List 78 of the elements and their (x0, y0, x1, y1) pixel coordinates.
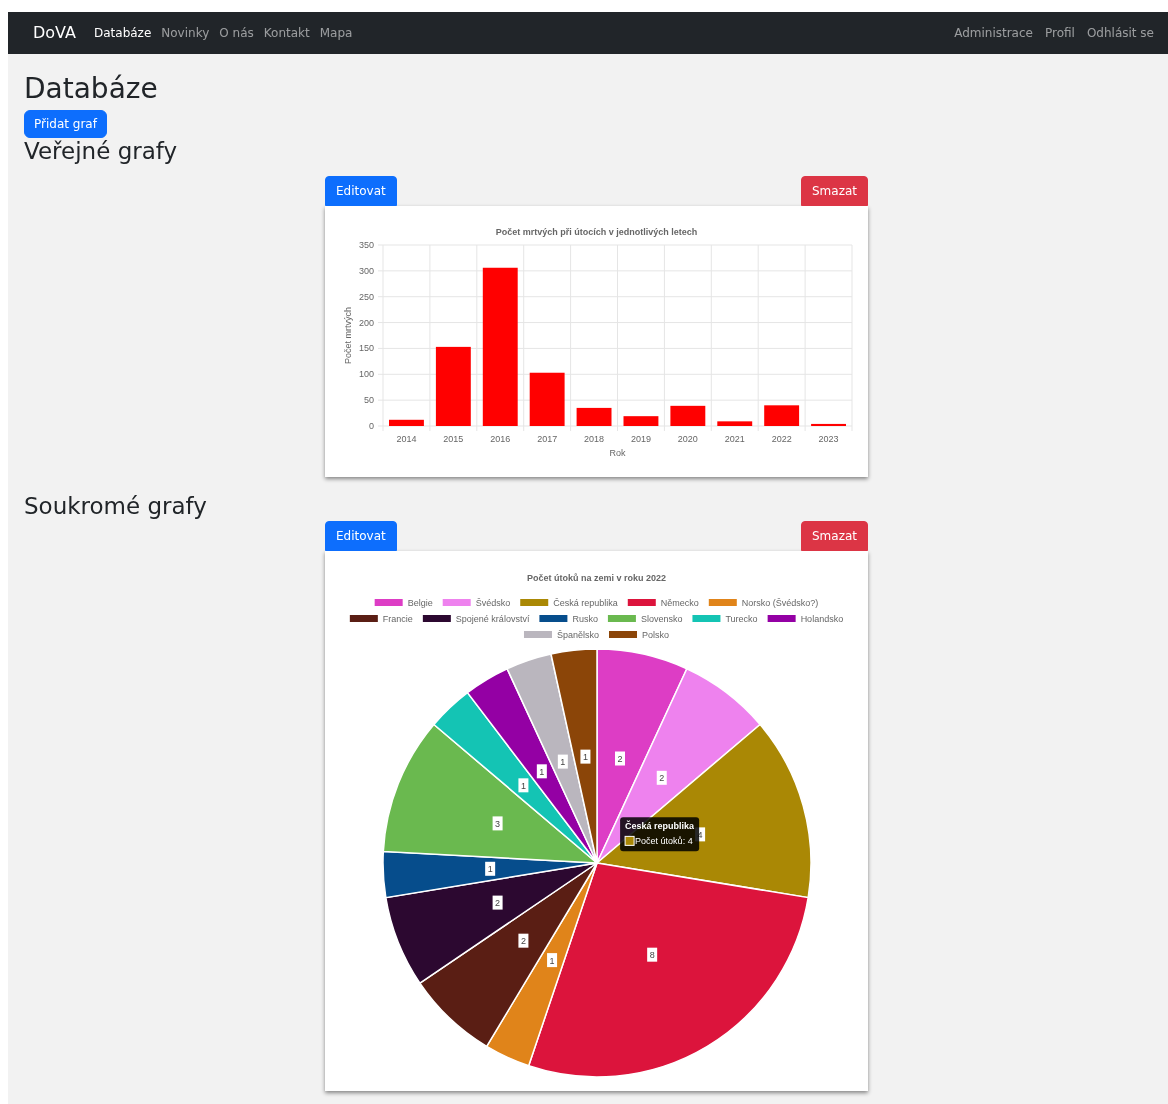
tick-label: 2014 (396, 434, 417, 445)
nav-link[interactable]: Novinky (161, 24, 210, 42)
data-label: 1 (539, 766, 545, 777)
legend-label: Německo (660, 597, 699, 608)
tick-label: 2015 (443, 434, 464, 445)
tick-label: 300 (358, 266, 374, 277)
tick-label: 2019 (630, 434, 651, 445)
legend-item[interactable]: Francie (349, 613, 413, 624)
data-label: 8 (649, 949, 655, 960)
data-label: 1 (560, 756, 566, 767)
data-label: 2 (659, 773, 665, 784)
tick-label: 350 (358, 240, 374, 251)
chart-title: Počet mrtvých při útocích v jednotlivých letech (495, 227, 698, 238)
legend-label: Francie (382, 613, 413, 624)
legend-label: Švédsko (475, 597, 511, 608)
tick-label: 2022 (771, 434, 792, 445)
nav-link[interactable]: Mapa (319, 24, 353, 42)
legend-label: Spojené království (455, 613, 530, 624)
tick-label: 0 (369, 421, 374, 432)
tick-label: 150 (358, 343, 374, 354)
legend-item[interactable]: Belgie (374, 597, 433, 608)
tick-label: 50 (364, 395, 374, 406)
tick-label: 2023 (818, 434, 839, 445)
legend-label: Belgie (407, 597, 433, 608)
legend-label: Turecko (725, 613, 758, 624)
tick-label: 2020 (677, 434, 698, 445)
tick-label: 2018 (584, 434, 605, 445)
legend-item[interactable]: Německo (627, 597, 699, 608)
legend-label: Polsko (642, 629, 670, 640)
edit-button[interactable]: Editovat (325, 520, 397, 551)
data-label: 4 (697, 829, 703, 840)
chart-title: Počet útoků na zemi v roku 2022 (526, 572, 667, 583)
add-chart-button[interactable]: Přidat graf (24, 109, 107, 138)
legend-item[interactable]: Turecko (692, 613, 758, 624)
nav-link[interactable]: Kontakt (263, 24, 310, 42)
axis-label: Počet mrtvých (343, 307, 353, 365)
data-label: 2 (617, 753, 623, 764)
section-heading: Soukromé grafy (24, 493, 208, 521)
legend-label: Holandsko (800, 613, 844, 624)
legend-item[interactable]: Holandsko (767, 613, 844, 624)
data-label: 3 (495, 818, 501, 829)
legend-item[interactable]: Česká republika (520, 597, 618, 608)
data-label: 1 (549, 955, 555, 966)
nav-link[interactable]: Profil (1044, 24, 1075, 42)
legend-item[interactable]: Rusko (539, 613, 598, 624)
tick-label: 100 (358, 369, 374, 380)
tick-label: 2021 (724, 434, 745, 445)
data-label: 1 (487, 864, 493, 875)
tick-label: 200 (358, 317, 374, 328)
legend-item[interactable]: Švédsko (442, 597, 511, 608)
legend-label: Česká republika (553, 597, 618, 608)
data-label: 1 (582, 751, 588, 762)
nav-link[interactable]: Databáze (94, 24, 152, 42)
legend-label: Španělsko (556, 629, 600, 640)
legend-item[interactable]: Polsko (609, 629, 669, 640)
edit-button[interactable]: Editovat (325, 176, 397, 207)
tick-label: 2016 (490, 434, 511, 445)
legend-label: Slovensko (640, 613, 683, 624)
data-label: 1 (520, 780, 526, 791)
legend-label: Rusko (572, 613, 598, 624)
nav-link[interactable]: Odhlásit se (1086, 24, 1154, 42)
legend-item[interactable]: Španělsko (524, 629, 599, 640)
data-label: 2 (520, 935, 526, 946)
nav-link[interactable]: O nás (219, 24, 254, 42)
delete-button[interactable]: Smazat (800, 176, 868, 207)
delete-button[interactable]: Smazat (800, 520, 868, 551)
tick-label: 250 (358, 291, 374, 302)
legend-label: Norsko (Švédsko?) (741, 597, 819, 608)
legend-item[interactable]: Slovensko (607, 613, 683, 624)
tick-label: 2017 (537, 434, 558, 445)
brand-link[interactable]: DoVA (33, 21, 76, 45)
axis-label: Rok (609, 448, 626, 459)
section-heading: Veřejné grafy (24, 137, 179, 166)
legend-item[interactable]: Spojené království (422, 613, 530, 624)
page-title: Databáze (24, 72, 159, 106)
data-label: 2 (495, 897, 501, 908)
legend-item[interactable]: Norsko (Švédsko?) (708, 597, 819, 608)
nav-link[interactable]: Administrace (954, 24, 1033, 42)
